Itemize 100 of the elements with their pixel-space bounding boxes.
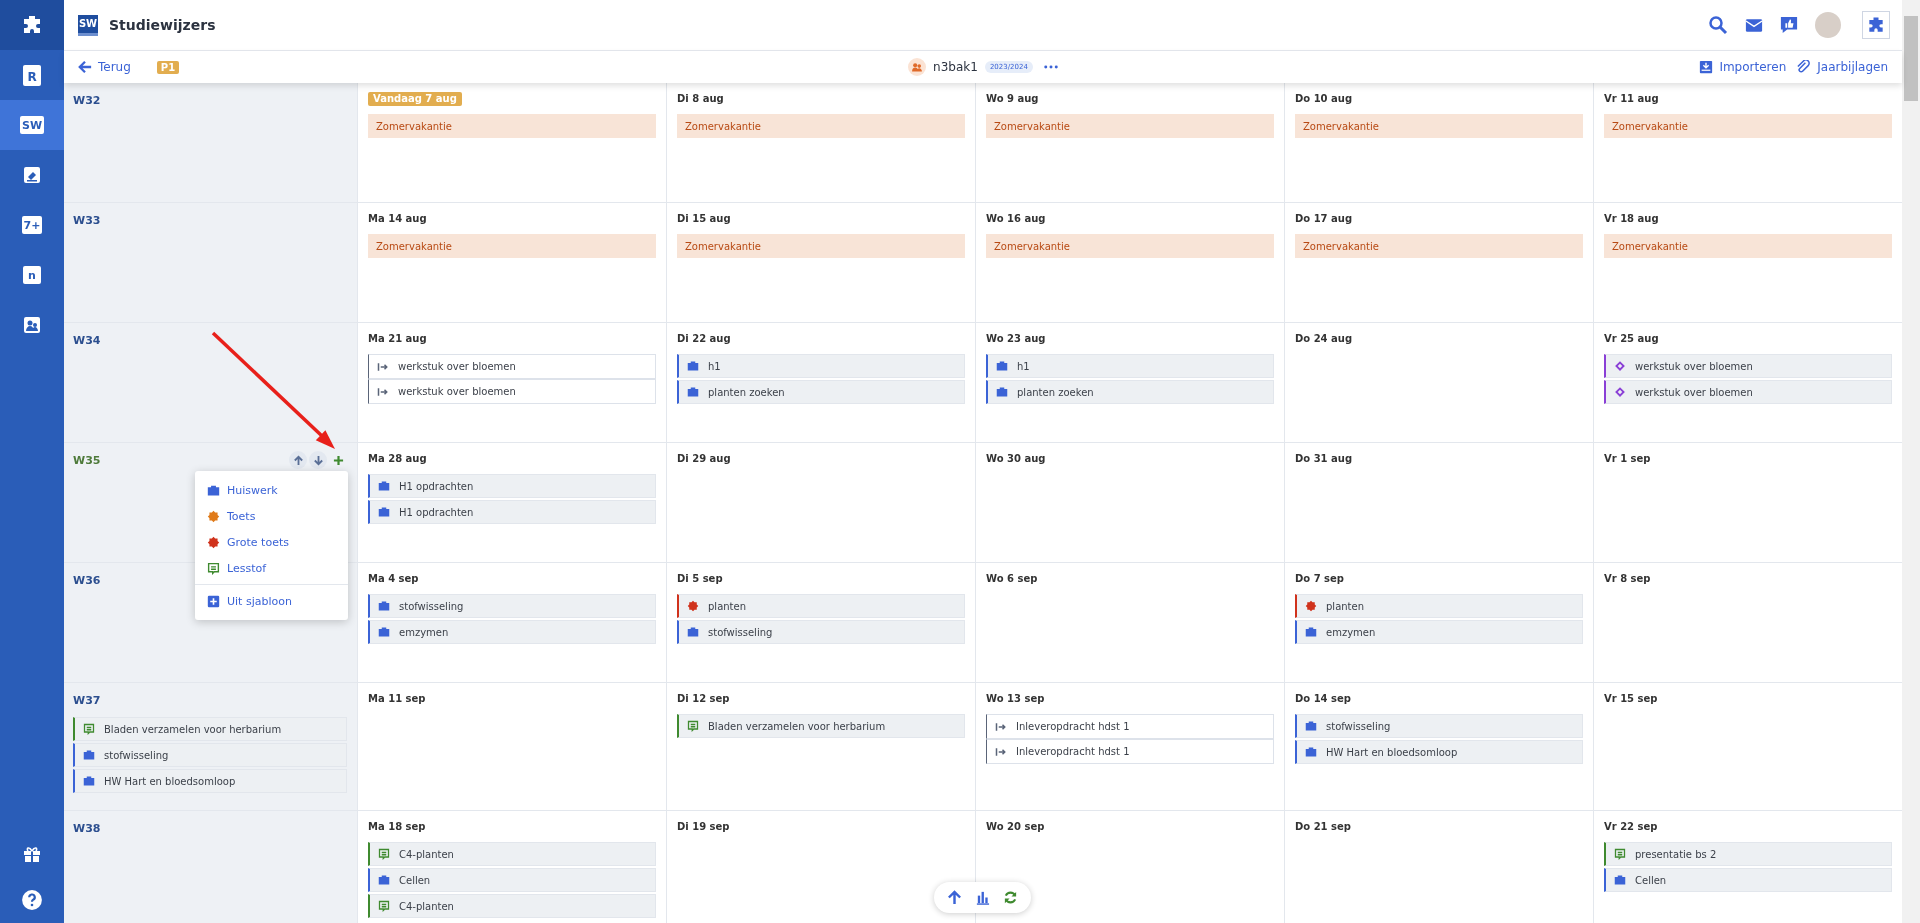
move-down-button[interactable] — [309, 451, 327, 469]
planner-item[interactable]: werkstuk over bloemen — [1604, 354, 1892, 378]
planner-item[interactable]: Zomervakantie — [1295, 114, 1583, 138]
test-badge-icon — [207, 509, 220, 523]
more-icon[interactable] — [1043, 65, 1058, 69]
diamond-icon — [1614, 386, 1626, 398]
arrow-bar-icon — [995, 745, 1007, 758]
rail-item[interactable]: 7+ — [0, 200, 64, 250]
planner-item[interactable]: Zomervakantie — [986, 234, 1274, 258]
planner-item[interactable]: werkstuk over bloemen — [1604, 380, 1892, 404]
note-icon — [378, 900, 390, 912]
planner-item[interactable]: C4-planten — [368, 842, 656, 866]
planner-item[interactable]: planten zoeken — [986, 380, 1274, 404]
menu-item[interactable]: Uit sjabloon — [195, 588, 348, 614]
planner-item[interactable]: werkstuk over bloemen — [368, 379, 656, 404]
puzzle-icon — [1866, 15, 1886, 35]
day-label: Di 15 aug — [677, 212, 731, 226]
planner-item[interactable]: H1 opdrachten — [368, 474, 656, 498]
planner-item[interactable]: Cellen — [1604, 868, 1892, 892]
arrow-down-icon — [312, 454, 324, 466]
planner-item[interactable]: h1 — [677, 354, 965, 378]
day-label: Vr 11 aug — [1604, 92, 1659, 106]
planner-item[interactable]: planten — [677, 594, 965, 618]
switch-button[interactable] — [1862, 11, 1890, 39]
refresh-icon[interactable] — [1003, 890, 1018, 905]
day-label: Do 10 aug — [1295, 92, 1353, 106]
planner-item[interactable]: stofwisseling — [1295, 714, 1583, 738]
day-label: Ma 28 aug — [368, 452, 427, 466]
bar-chart-icon[interactable] — [975, 890, 990, 905]
planner-item[interactable]: Zomervakantie — [986, 114, 1274, 138]
scrollbar[interactable] — [1902, 0, 1920, 923]
planner-item[interactable]: Zomervakantie — [1295, 234, 1583, 258]
note-icon — [207, 561, 220, 575]
week-label: W34 — [73, 333, 101, 347]
planner-item[interactable]: Cellen — [368, 868, 656, 892]
rail-glyph: SW — [19, 116, 45, 134]
rail-glyph: R — [23, 64, 41, 86]
planner-item[interactable]: Inleveropdracht hdst 1 — [986, 739, 1274, 764]
move-up-button[interactable] — [289, 451, 307, 469]
planner-item[interactable]: Zomervakantie — [1604, 234, 1892, 258]
rail-item[interactable]: n — [0, 250, 64, 300]
arrow-up-icon[interactable] — [947, 890, 962, 905]
menu-item[interactable]: Lesstof — [195, 555, 348, 581]
exam-badge-icon — [207, 535, 220, 549]
paperclip-icon — [1796, 59, 1812, 75]
day-label: Di 5 sep — [677, 572, 723, 586]
search-icon[interactable] — [1708, 15, 1728, 35]
menu-item[interactable]: Grote toets — [195, 529, 348, 555]
day-label: Vr 1 sep — [1604, 452, 1651, 466]
planner-item[interactable]: stofwisseling — [73, 743, 347, 767]
day-label: Ma 14 aug — [368, 212, 427, 226]
group-name: n3bak1 — [933, 60, 978, 74]
planner-item[interactable]: C4-planten — [368, 894, 656, 918]
planner-item[interactable]: H1 opdrachten — [368, 500, 656, 524]
planner-item[interactable]: planten zoeken — [677, 380, 965, 404]
planner-item[interactable]: emzymen — [368, 620, 656, 644]
mail-icon[interactable] — [1745, 17, 1763, 33]
rail-glyph: n — [23, 266, 41, 284]
arrow-up-icon — [292, 454, 304, 466]
planner-item[interactable]: Zomervakantie — [677, 234, 965, 258]
rail-item[interactable]: R — [0, 50, 64, 100]
planner-item[interactable]: HW Hart en bloedsomloop — [73, 769, 347, 793]
day-label: Wo 20 sep — [986, 820, 1045, 834]
back-link[interactable]: Terug — [78, 60, 131, 74]
day-label: Wo 16 aug — [986, 212, 1046, 226]
planner-item[interactable]: presentatie bs 2 — [1604, 842, 1892, 866]
planner-item[interactable]: stofwisseling — [368, 594, 656, 618]
planner-item[interactable]: Bladen verzamelen voor herbarium — [677, 714, 965, 738]
rail-item[interactable]: SW — [0, 100, 64, 150]
day-label: Do 24 aug — [1295, 332, 1353, 346]
rail-item[interactable] — [0, 0, 64, 50]
plus-icon — [332, 454, 344, 466]
day-label: Do 7 sep — [1295, 572, 1344, 586]
thumbs-up-icon[interactable] — [1780, 16, 1798, 34]
exam-badge-icon — [1305, 600, 1317, 612]
planner-item[interactable]: Bladen verzamelen voor herbarium — [73, 717, 347, 741]
menu-item[interactable]: Huiswerk — [195, 477, 348, 503]
note-icon — [378, 848, 390, 860]
day-label: Wo 23 aug — [986, 332, 1046, 346]
planner-item[interactable]: planten — [1295, 594, 1583, 618]
planner-item[interactable]: emzymen — [1295, 620, 1583, 644]
planner-item[interactable]: Zomervakantie — [677, 114, 965, 138]
arrow-bar-icon — [377, 360, 389, 373]
day-label: Do 17 aug — [1295, 212, 1353, 226]
planner-item[interactable]: Zomervakantie — [368, 114, 656, 138]
planner-item[interactable]: Zomervakantie — [1604, 114, 1892, 138]
planner-item[interactable]: HW Hart en bloedsomloop — [1295, 740, 1583, 764]
planner-item[interactable]: stofwisseling — [677, 620, 965, 644]
planner-item[interactable]: Inleveropdracht hdst 1 — [986, 714, 1274, 739]
week-label: W33 — [73, 213, 101, 227]
import-link[interactable]: Importeren — [1699, 60, 1787, 74]
attachments-link[interactable]: Jaarbijlagen — [1796, 59, 1888, 75]
week-label: W32 — [73, 93, 101, 107]
planner-item[interactable]: Zomervakantie — [368, 234, 656, 258]
day-label: Vandaag 7 aug — [368, 92, 462, 106]
planner-item[interactable]: h1 — [986, 354, 1274, 378]
day-label: Wo 9 aug — [986, 92, 1039, 106]
menu-item[interactable]: Toets — [195, 503, 348, 529]
people-icon — [22, 315, 42, 335]
planner-item[interactable]: werkstuk over bloemen — [368, 354, 656, 379]
